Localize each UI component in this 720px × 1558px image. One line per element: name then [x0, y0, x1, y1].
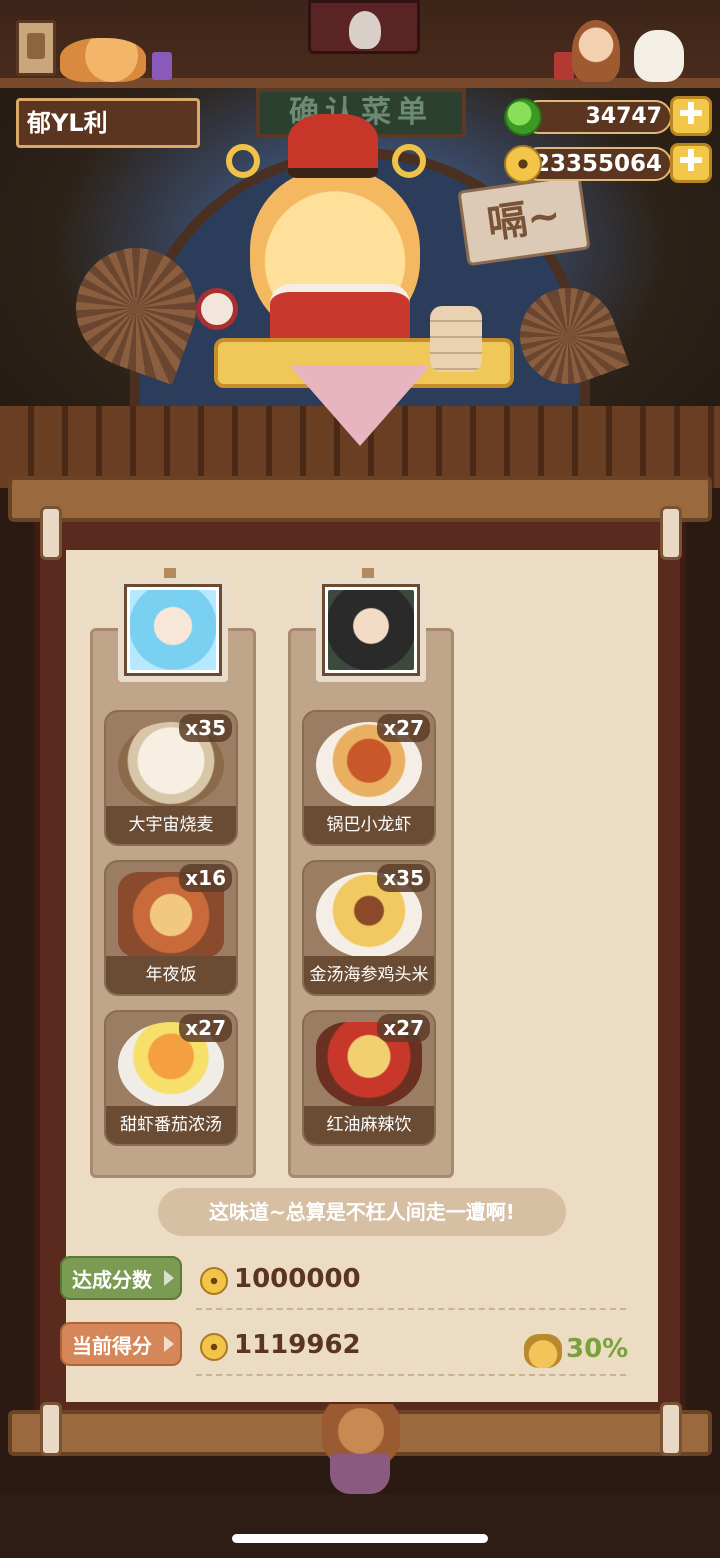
add-jade-button[interactable]: ✚: [670, 96, 712, 136]
dish-card[interactable]: x35 大宇宙烧麦: [104, 710, 238, 846]
dish-name: 金汤海参鸡头米: [304, 956, 434, 994]
coin-ear-right-icon: [392, 144, 426, 178]
dish-count: x35: [377, 864, 430, 892]
speech-bubble: 嗝~: [457, 173, 591, 267]
tassel-icon: [330, 1454, 390, 1494]
rod-cap-right: [660, 506, 682, 560]
current-score-label-text: 当前得分: [72, 1334, 152, 1358]
add-gold-button[interactable]: ✚: [670, 143, 712, 183]
divider: [196, 1308, 626, 1310]
dish-count: x27: [377, 714, 430, 742]
bottom-bar: [0, 1494, 720, 1558]
gold-currency-value: 23355064: [522, 147, 672, 181]
chef-avatar-2[interactable]: [316, 578, 426, 682]
chef-portrait-icon: [328, 590, 414, 670]
steamer-stack-icon: [430, 306, 482, 372]
dish-count: x16: [179, 864, 232, 892]
coin-ear-left-icon: [226, 144, 260, 178]
dish-card[interactable]: x27 红油麻辣饮: [302, 1010, 436, 1146]
rod-cap-left: [40, 1402, 62, 1456]
play-arrow-icon: [164, 1270, 174, 1286]
home-indicator[interactable]: [232, 1534, 488, 1543]
scroll-rod-top: [8, 476, 712, 522]
dish-name: 红油麻辣饮: [304, 1106, 434, 1144]
dish-card[interactable]: x27 甜虾番茄浓汤: [104, 1010, 238, 1146]
gold-coin-icon: [200, 1333, 228, 1361]
jade-icon: [504, 98, 542, 136]
dish-name: 甜虾番茄浓汤: [106, 1106, 236, 1144]
purple-cup-icon: [152, 52, 172, 80]
girl-figure-icon[interactable]: [572, 20, 620, 82]
gold-coin-icon: [504, 145, 542, 183]
jade-currency-value: 34747: [522, 100, 672, 134]
gold-coin-icon: [200, 1267, 228, 1295]
hand-drum-icon: [196, 288, 238, 330]
rod-cap-right: [660, 1402, 682, 1456]
bonus-bag-icon: [524, 1334, 562, 1368]
dish-name: 年夜饭: [106, 956, 236, 994]
chef-portrait-icon: [130, 590, 216, 670]
player-name[interactable]: 郁YL利: [16, 98, 200, 148]
paw-frame-icon[interactable]: [16, 20, 56, 76]
mascot-hat-icon: [288, 114, 378, 178]
bonus-percent: 30%: [566, 1334, 629, 1364]
top-shelf: [0, 0, 720, 88]
play-arrow-icon: [164, 1336, 174, 1352]
target-score-value: 1000000: [234, 1264, 361, 1294]
current-score-label: 当前得分: [60, 1322, 182, 1366]
target-score-label: 达成分数: [60, 1256, 182, 1300]
red-cup-icon: [554, 52, 574, 80]
dish-count: x27: [179, 1014, 232, 1042]
dish-name: 锅巴小龙虾: [304, 806, 434, 844]
dish-card[interactable]: x35 金汤海参鸡头米: [302, 860, 436, 996]
dish-name: 大宇宙烧麦: [106, 806, 236, 844]
portrait-frame-icon[interactable]: [308, 0, 420, 54]
customer-comment: 这味道~总算是不枉人间走一遭啊!: [158, 1188, 566, 1236]
sleeping-cat-icon[interactable]: [60, 38, 146, 82]
target-score-label-text: 达成分数: [72, 1268, 152, 1292]
chef-avatar-1[interactable]: [118, 578, 228, 682]
rod-cap-left: [40, 506, 62, 560]
dish-card[interactable]: x16 年夜饭: [104, 860, 238, 996]
dish-card[interactable]: x27 锅巴小龙虾: [302, 710, 436, 846]
dish-count: x35: [179, 714, 232, 742]
white-cat-icon[interactable]: [634, 30, 684, 82]
divider: [196, 1374, 626, 1376]
dish-count: x27: [377, 1014, 430, 1042]
current-score-value: 1119962: [234, 1330, 361, 1360]
